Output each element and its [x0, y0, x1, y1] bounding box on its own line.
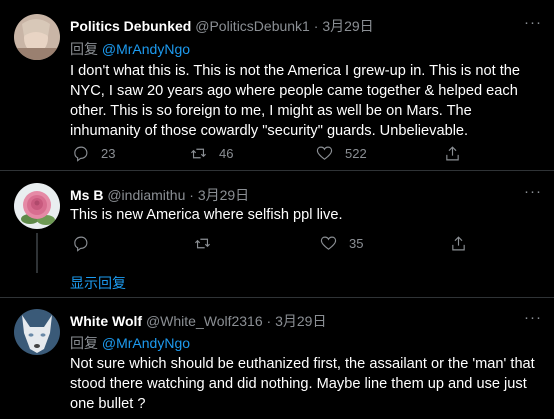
retweet-button[interactable] — [194, 235, 223, 252]
timestamp[interactable]: 3月29日 — [198, 187, 249, 203]
retweet-icon — [191, 148, 206, 159]
separator: · — [266, 313, 272, 329]
timestamp[interactable]: 3月29日 — [322, 18, 373, 34]
like-button[interactable]: 522 — [316, 145, 367, 162]
retweet-icon — [195, 238, 210, 249]
avatar[interactable] — [14, 14, 60, 60]
tweet-text: Not sure which should be euthanized firs… — [70, 356, 535, 412]
like-button[interactable]: 35 — [320, 235, 363, 252]
display-name[interactable]: Ms B — [70, 187, 103, 203]
replying-to: 回复 @MrAndyNgo — [70, 333, 190, 353]
like-count: 35 — [349, 236, 364, 251]
heart-icon — [320, 236, 337, 250]
separator: · — [313, 18, 319, 34]
reply-label: 回复 — [70, 41, 98, 57]
display-name[interactable]: Politics Debunked — [70, 18, 191, 34]
handle[interactable]: @indiamithu — [107, 187, 185, 203]
avatar[interactable] — [14, 309, 60, 355]
handle[interactable]: @White_Wolf2316 — [146, 313, 263, 329]
retweet-button[interactable]: 46 — [190, 145, 233, 162]
share-button[interactable] — [444, 145, 461, 162]
retweet-count: 46 — [219, 146, 234, 161]
reply-icon — [74, 236, 88, 252]
avatar[interactable] — [14, 183, 60, 229]
replying-to: 回复 @MrAndyNgo — [70, 39, 190, 59]
timestamp[interactable]: 3月29日 — [275, 313, 326, 329]
more-icon[interactable]: ··· — [524, 309, 542, 326]
tweet-text: I don't what this is. This is not the Am… — [70, 63, 520, 139]
more-icon[interactable]: ··· — [524, 183, 542, 200]
like-count: 522 — [345, 146, 367, 161]
thread-line — [36, 233, 38, 273]
tweet-header: Politics Debunked @PoliticsDebunk1 · 3月2… — [70, 16, 374, 36]
show-replies-link[interactable]: 显示回复 — [70, 273, 126, 293]
display-name[interactable]: White Wolf — [70, 313, 142, 329]
tweet-politics-debunked[interactable]: Politics Debunked @PoliticsDebunk1 · 3月2… — [0, 0, 554, 170]
mention-link[interactable]: @MrAndyNgo — [102, 335, 190, 351]
tweet-text: This is new America where selfish ppl li… — [70, 207, 343, 223]
tweet-ms-b[interactable]: Ms B @indiamithu · 3月29日 ··· This is new… — [0, 171, 554, 297]
share-icon — [452, 236, 465, 251]
reply-icon — [74, 146, 88, 162]
action-bar: 35 — [70, 235, 470, 255]
tweet-white-wolf[interactable]: White Wolf @White_Wolf2316 · 3月29日 ··· 回… — [0, 298, 554, 419]
mention-link[interactable]: @MrAndyNgo — [102, 41, 190, 57]
action-bar: 23 46 522 — [70, 145, 470, 165]
more-icon[interactable]: ··· — [524, 14, 542, 31]
reply-label: 回复 — [70, 335, 98, 351]
reply-button[interactable]: 23 — [72, 145, 115, 162]
reply-button[interactable] — [72, 235, 101, 252]
reply-count: 23 — [101, 146, 116, 161]
handle[interactable]: @PoliticsDebunk1 — [195, 18, 310, 34]
tweet-header: White Wolf @White_Wolf2316 · 3月29日 — [70, 311, 326, 331]
separator: · — [189, 187, 194, 203]
tweet-header: Ms B @indiamithu · 3月29日 — [70, 185, 249, 205]
share-icon — [446, 146, 459, 161]
heart-icon — [316, 146, 333, 160]
share-button[interactable] — [450, 235, 467, 252]
